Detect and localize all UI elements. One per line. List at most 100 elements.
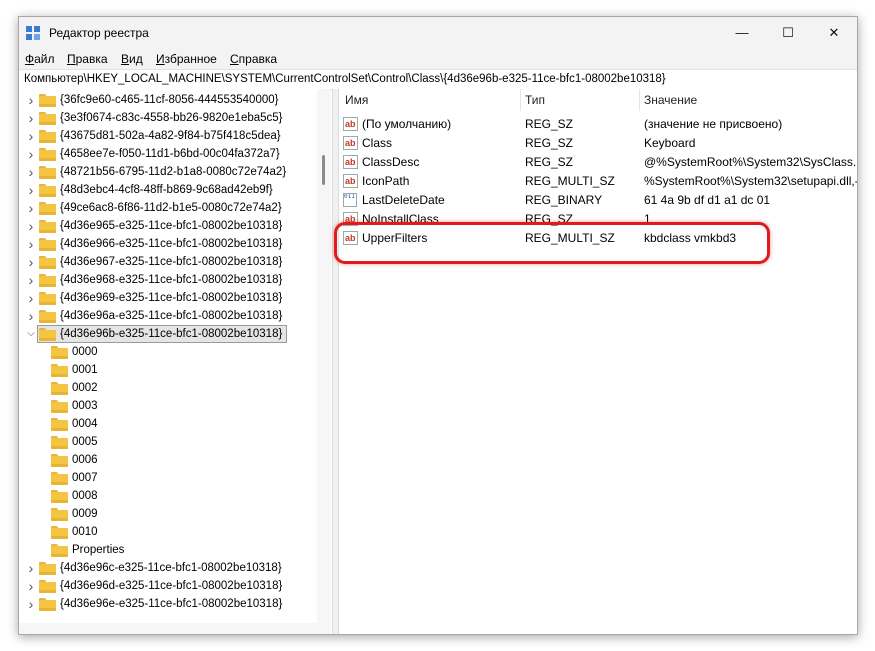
- tree-item[interactable]: 0008: [19, 487, 317, 505]
- tree-item[interactable]: 0004: [19, 415, 317, 433]
- value-row[interactable]: 011 110 LastDeleteDate REG_BINARY 61 4a 9b …: [339, 191, 857, 210]
- tree-item[interactable]: › {4658ee7e-f050-11d1-b6bd-00c04fa372a7}: [19, 145, 317, 163]
- tree-horizontal-scrollbar[interactable]: [19, 623, 331, 634]
- chevron-right-icon[interactable]: ›: [25, 559, 37, 577]
- folder-icon: [51, 490, 68, 503]
- tree-item[interactable]: 0001: [19, 361, 317, 379]
- folder-icon: [39, 94, 56, 107]
- folder-icon: [39, 184, 56, 197]
- value-data: (значение не присвоено): [644, 117, 783, 131]
- value-row[interactable]: ab UpperFilters REG_MULTI_SZ kbdclass vmkbd…: [339, 229, 857, 248]
- close-button[interactable]: ✕: [811, 17, 857, 49]
- tree-item[interactable]: › {3e3f0674-c83c-4558-bb26-9820e1eba5c5}: [19, 109, 317, 127]
- tree-vertical-scrollbar[interactable]: [317, 89, 331, 623]
- tree-item[interactable]: › {4d36e967-e325-11ce-bfc1-08002be10318}: [19, 253, 317, 271]
- pane-splitter[interactable]: [332, 89, 339, 634]
- column-header-name[interactable]: Имя: [345, 89, 368, 111]
- chevron-right-icon[interactable]: ›: [25, 307, 37, 325]
- folder-icon: [51, 436, 68, 449]
- chevron-right-icon[interactable]: ›: [25, 199, 37, 217]
- chevron-right-icon[interactable]: ›: [25, 289, 37, 307]
- folder-icon: [39, 148, 56, 161]
- tree-item[interactable]: › {49ce6ac8-6f86-11d2-b1e5-0080c72e74a2}: [19, 199, 317, 217]
- menu-view[interactable]: Вид: [121, 52, 143, 66]
- tree-item[interactable]: › {36fc9e60-c465-11cf-8056-444553540000}: [19, 91, 317, 109]
- column-separator[interactable]: [639, 89, 640, 111]
- tree-item[interactable]: › {4d36e96d-e325-11ce-bfc1-08002be10318}: [19, 577, 317, 595]
- chevron-right-icon[interactable]: ›: [25, 109, 37, 127]
- tree-item[interactable]: 0006: [19, 451, 317, 469]
- tree-item[interactable]: › {48721b56-6795-11d2-b1a8-0080c72e74a2}: [19, 163, 317, 181]
- maximize-button[interactable]: ☐: [765, 17, 811, 49]
- chevron-down-icon[interactable]: ⌵: [25, 325, 37, 343]
- value-data: @%SystemRoot%\System32\SysClass.D: [644, 155, 857, 169]
- column-separator[interactable]: [520, 89, 521, 111]
- tree-item[interactable]: › {48d3ebc4-4cf8-48ff-b869-9c68ad42eb9f}: [19, 181, 317, 199]
- tree-item[interactable]: 0005: [19, 433, 317, 451]
- value-row[interactable]: ab (По умолчанию) REG_SZ (значение не присв…: [339, 115, 857, 134]
- tree-item[interactable]: › {4d36e965-e325-11ce-bfc1-08002be10318}: [19, 217, 317, 235]
- value-row[interactable]: ab IconPath REG_MULTI_SZ %SystemRoot%\Syste…: [339, 172, 857, 191]
- menu-help[interactable]: Справка: [230, 52, 277, 66]
- key-tree[interactable]: › {36fc9e60-c465-11cf-8056-444553540000} ›…: [19, 89, 331, 623]
- tree-item[interactable]: 0000: [19, 343, 317, 361]
- chevron-right-icon[interactable]: ›: [25, 145, 37, 163]
- menu-edit[interactable]: Правка: [67, 52, 108, 66]
- values-list[interactable]: Имя Тип Значение ab (По умолчанию) REG_SZ (…: [339, 89, 857, 634]
- tree-item-label: {48d3ebc4-4cf8-48ff-b869-9c68ad42eb9f}: [60, 184, 273, 196]
- tree-item-label: 0004: [72, 418, 98, 430]
- tree-item[interactable]: 0002: [19, 379, 317, 397]
- column-header-data[interactable]: Значение: [644, 89, 697, 111]
- chevron-right-icon[interactable]: ›: [25, 235, 37, 253]
- tree-item[interactable]: ⌵ {4d36e96b-e325-11ce-bfc1-08002be10318}: [19, 325, 317, 343]
- value-name: ClassDesc: [362, 155, 420, 169]
- menu-file[interactable]: Файл: [25, 52, 55, 66]
- tree-item[interactable]: › {4d36e96a-e325-11ce-bfc1-08002be10318}: [19, 307, 317, 325]
- string-value-icon: ab: [343, 212, 358, 226]
- menu-favorites[interactable]: Избранное: [156, 52, 217, 66]
- tree-item[interactable]: 0003: [19, 397, 317, 415]
- chevron-right-icon[interactable]: ›: [25, 595, 37, 613]
- folder-icon: [39, 598, 56, 611]
- tree-scrollbar-thumb[interactable]: [322, 155, 325, 185]
- value-type: REG_SZ: [525, 212, 574, 226]
- chevron-right-icon[interactable]: ›: [25, 163, 37, 181]
- value-row[interactable]: ab NoInstallClass REG_SZ 1: [339, 210, 857, 229]
- tree-item[interactable]: › {4d36e968-e325-11ce-bfc1-08002be10318}: [19, 271, 317, 289]
- chevron-right-icon[interactable]: ›: [25, 253, 37, 271]
- tree-item-label: 0007: [72, 472, 98, 484]
- chevron-right-icon[interactable]: ›: [25, 181, 37, 199]
- value-type: REG_MULTI_SZ: [525, 174, 615, 188]
- tree-item[interactable]: 0007: [19, 469, 317, 487]
- column-header-type[interactable]: Тип: [525, 89, 545, 111]
- folder-icon: [51, 508, 68, 521]
- chevron-right-icon[interactable]: ›: [25, 127, 37, 145]
- tree-item[interactable]: 0010: [19, 523, 317, 541]
- chevron-right-icon[interactable]: ›: [25, 217, 37, 235]
- tree-item[interactable]: Properties: [19, 541, 317, 559]
- title-bar[interactable]: Редактор реестра — ☐ ✕: [19, 17, 857, 49]
- value-row[interactable]: ab Class REG_SZ Keyboard: [339, 134, 857, 153]
- value-name: LastDeleteDate: [362, 193, 445, 207]
- tree-item[interactable]: 0009: [19, 505, 317, 523]
- address-bar[interactable]: Компьютер\HKEY_LOCAL_MACHINE\SYSTEM\Curr…: [19, 69, 857, 90]
- tree-item-label: {4d36e96b-e325-11ce-bfc1-08002be10318}: [60, 328, 283, 340]
- menu-bar: Файл Правка Вид Избранное Справка: [19, 49, 857, 69]
- value-name: IconPath: [362, 174, 410, 188]
- chevron-right-icon[interactable]: ›: [25, 271, 37, 289]
- chevron-right-icon[interactable]: ›: [25, 577, 37, 595]
- folder-icon: [39, 166, 56, 179]
- tree-item[interactable]: › {43675d81-502a-4a82-9f84-b75f418c5dea}: [19, 127, 317, 145]
- address-path[interactable]: Компьютер\HKEY_LOCAL_MACHINE\SYSTEM\Curr…: [24, 73, 666, 85]
- minimize-button[interactable]: —: [719, 17, 765, 49]
- string-value-icon: ab: [343, 117, 358, 131]
- tree-item[interactable]: › {4d36e96e-e325-11ce-bfc1-08002be10318}: [19, 595, 317, 613]
- tree-item[interactable]: › {4d36e969-e325-11ce-bfc1-08002be10318}: [19, 289, 317, 307]
- folder-icon: [51, 454, 68, 467]
- chevron-right-icon[interactable]: ›: [25, 91, 37, 109]
- registry-editor-app-icon: [26, 26, 40, 40]
- tree-item[interactable]: › {4d36e966-e325-11ce-bfc1-08002be10318}: [19, 235, 317, 253]
- tree-item-label: 0009: [72, 508, 98, 520]
- tree-item[interactable]: › {4d36e96c-e325-11ce-bfc1-08002be10318}: [19, 559, 317, 577]
- value-row[interactable]: ab ClassDesc REG_SZ @%SystemRoot%\System32\…: [339, 153, 857, 172]
